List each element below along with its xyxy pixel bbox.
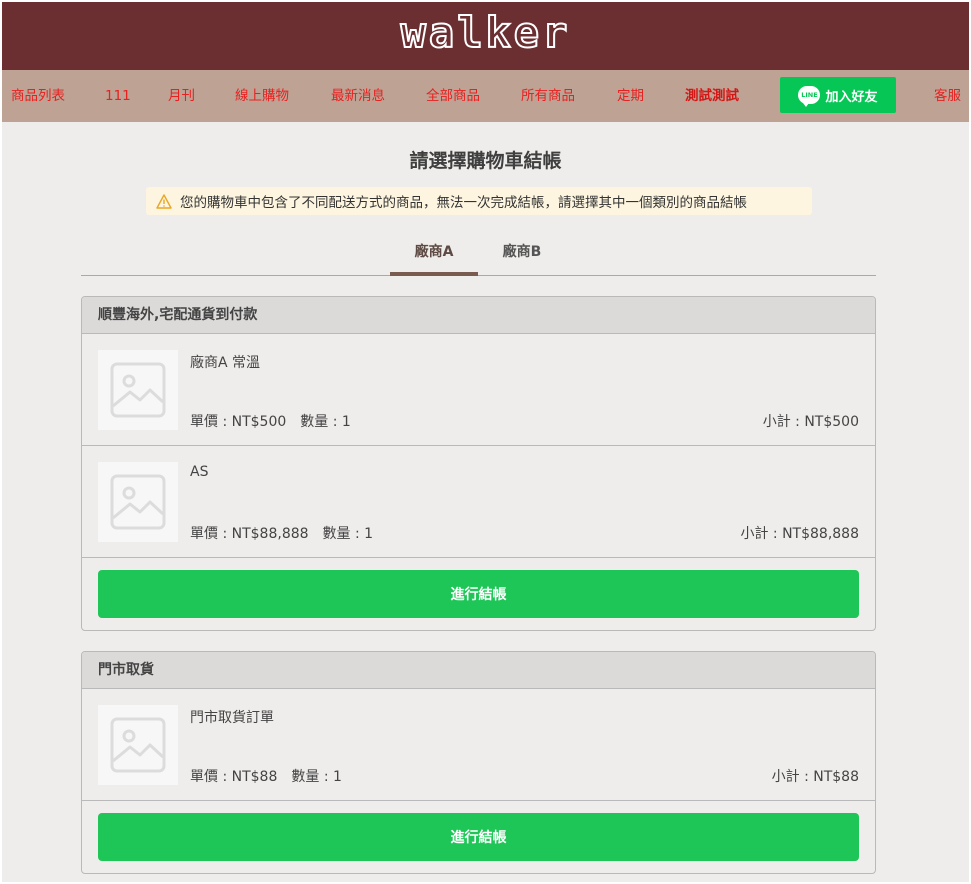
checkout-area: 進行結帳: [82, 801, 875, 873]
line-icon: LINE: [798, 86, 821, 107]
product-name[interactable]: 廠商A 常溫: [190, 352, 260, 372]
shipping-group-card: 順豐海外,宅配通貨到付款 廠商A 常溫 單價 : NT$500 數量 : 1 小計…: [81, 296, 876, 631]
subtotal: 小計 : NT$88,888: [740, 526, 859, 542]
product-meta: 單價 : NT$500 數量 : 1: [190, 411, 365, 431]
product-thumbnail[interactable]: [98, 350, 178, 430]
image-placeholder-icon: [110, 362, 166, 418]
nav-item-111[interactable]: 111: [105, 70, 131, 122]
subtotal: 小計 : NT$88: [771, 769, 859, 785]
product-name[interactable]: AS: [190, 464, 208, 480]
unit-price: 單價 : NT$88: [190, 769, 278, 785]
site-logo[interactable]: walker: [400, 11, 571, 55]
image-placeholder-icon: [110, 474, 166, 530]
cart-item: 門市取貨訂單 單價 : NT$88 數量 : 1 小計 : NT$88: [82, 689, 875, 801]
page-frame: walker 商品列表 111 月刊 線上購物 最新消息 全部商品 所有商品 定…: [2, 2, 969, 882]
nav-item-customer-service[interactable]: 客服: [934, 70, 961, 122]
product-name[interactable]: 門市取貨訂單: [190, 707, 274, 727]
nav-item-product-list[interactable]: 商品列表: [11, 70, 65, 122]
cart-item: AS 單價 : NT$88,888 數量 : 1 小計 : NT$88,888: [82, 446, 875, 558]
shipping-group-title: 門市取貨: [82, 652, 875, 689]
unit-price: 單價 : NT$88,888: [190, 526, 309, 542]
checkout-button[interactable]: 進行結帳: [98, 813, 859, 861]
warning-icon: [156, 193, 172, 209]
checkout-area: 進行結帳: [82, 558, 875, 630]
tab-vendor-a[interactable]: 廠商A: [390, 232, 478, 276]
nav-item-test[interactable]: 測試測試: [685, 70, 739, 122]
quantity: 數量 : 1: [300, 414, 351, 430]
product-thumbnail[interactable]: [98, 705, 178, 785]
site-header: walker: [2, 2, 969, 70]
nav-item-online-shop[interactable]: 線上購物: [235, 70, 289, 122]
page-title: 請選擇購物車結帳: [409, 150, 562, 172]
nav-item-monthly[interactable]: 月刊: [168, 70, 195, 122]
main-nav: 商品列表 111 月刊 線上購物 最新消息 全部商品 所有商品 定期 測試測試 …: [2, 70, 969, 122]
quantity: 數量 : 1: [291, 769, 342, 785]
product-meta: 單價 : NT$88 數量 : 1: [190, 766, 356, 786]
line-add-friend-label: 加入好友: [825, 89, 878, 105]
shipping-group-card: 門市取貨 門市取貨訂單 單價 : NT$88 數量 : 1 小計 : NT$88 …: [81, 651, 876, 874]
product-meta: 單價 : NT$88,888 數量 : 1: [190, 523, 387, 543]
nav-item-all-products[interactable]: 全部商品: [426, 70, 480, 122]
checkout-button[interactable]: 進行結帳: [98, 570, 859, 618]
product-thumbnail[interactable]: [98, 462, 178, 542]
subtotal: 小計 : NT$500: [762, 414, 859, 430]
line-add-friend-button[interactable]: LINE 加入好友: [780, 77, 896, 113]
nav-item-every-product[interactable]: 所有商品: [521, 70, 575, 122]
unit-price: 單價 : NT$500: [190, 414, 287, 430]
cart-item: 廠商A 常溫 單價 : NT$500 數量 : 1 小計 : NT$500: [82, 334, 875, 446]
image-placeholder-icon: [110, 717, 166, 773]
nav-item-subscription[interactable]: 定期: [617, 70, 644, 122]
quantity: 數量 : 1: [322, 526, 374, 542]
mixed-shipping-warning: 您的購物車中包含了不同配送方式的商品，無法一次完成結帳，請選擇其中一個類別的商品…: [146, 187, 812, 215]
nav-item-news[interactable]: 最新消息: [331, 70, 385, 122]
shipping-group-title: 順豐海外,宅配通貨到付款: [82, 297, 875, 334]
tab-vendor-b[interactable]: 廠商B: [478, 232, 566, 276]
vendor-tabs: 廠商A 廠商B: [81, 232, 876, 276]
warning-text: 您的購物車中包含了不同配送方式的商品，無法一次完成結帳，請選擇其中一個類別的商品…: [180, 195, 747, 211]
